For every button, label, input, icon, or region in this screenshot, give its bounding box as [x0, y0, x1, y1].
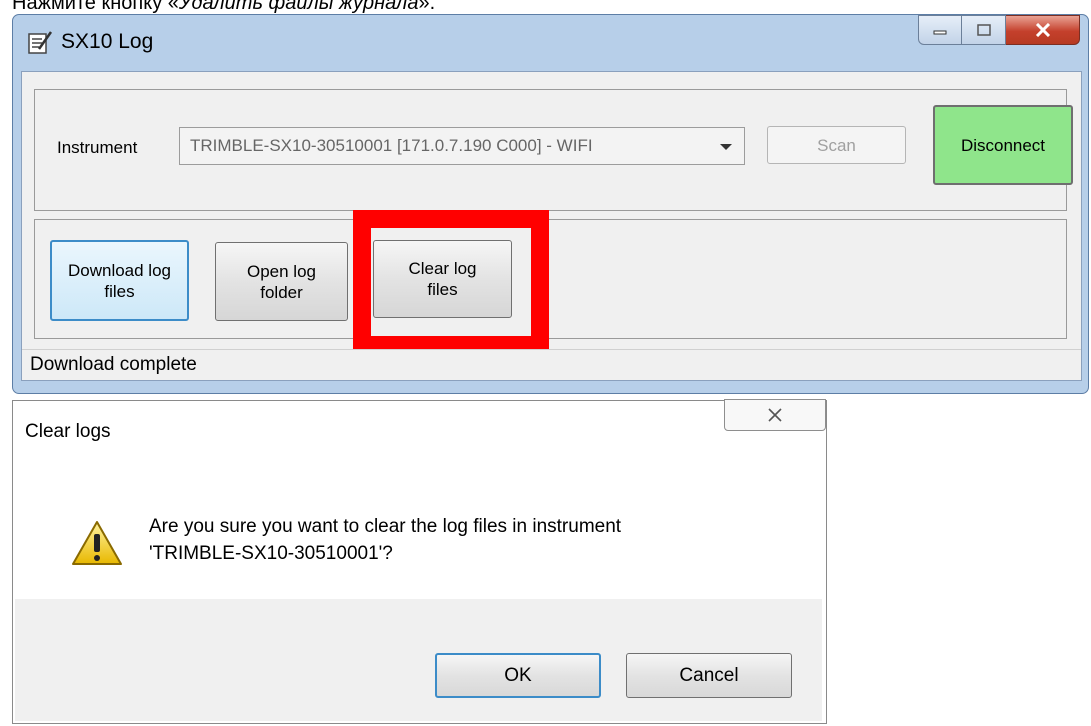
- dialog-close-button[interactable]: [724, 399, 826, 431]
- sx10-log-window: SX10 Log Instrument TRIMBLE-SX10-3051000…: [12, 14, 1089, 394]
- caption-emphasis: Удалить файлы журнала: [178, 0, 419, 14]
- minimize-icon: [933, 30, 947, 35]
- minimize-button[interactable]: [918, 15, 962, 45]
- window-titlebar: SX10 Log: [27, 29, 153, 55]
- instrument-select-value: TRIMBLE-SX10-30510001 [171.0.7.190 C000]…: [190, 136, 593, 155]
- cancel-button[interactable]: Cancel: [626, 653, 792, 698]
- close-button[interactable]: [1006, 15, 1080, 45]
- dialog-body: Are you sure you want to clear the log f…: [15, 461, 822, 599]
- dialog-message-line1: Are you sure you want to clear the log f…: [149, 516, 622, 537]
- instrument-group: Instrument TRIMBLE-SX10-30510001 [171.0.…: [34, 89, 1073, 211]
- instrument-select[interactable]: TRIMBLE-SX10-30510001 [171.0.7.190 C000]…: [179, 127, 745, 165]
- dialog-title: Clear logs: [25, 421, 111, 442]
- window-title: SX10 Log: [61, 30, 154, 53]
- maximize-button[interactable]: [962, 15, 1006, 45]
- dialog-message: Are you sure you want to clear the log f…: [149, 513, 621, 567]
- open-folder-label: Open log folder: [247, 261, 316, 302]
- log-actions-group: Download log files Open log folder Clear…: [34, 219, 1067, 339]
- instrument-label: Instrument: [57, 138, 138, 157]
- status-bar: Download complete: [22, 349, 1081, 380]
- clear-logs-dialog: Clear logs Are you sure you want to clea…: [12, 399, 827, 724]
- notepad-icon: [28, 31, 53, 54]
- chevron-down-icon[interactable]: [720, 144, 732, 150]
- dialog-footer: OK Cancel: [15, 599, 822, 721]
- download-log-files-button[interactable]: Download log files: [50, 240, 189, 321]
- window-client-area: Instrument TRIMBLE-SX10-30510001 [171.0.…: [21, 71, 1082, 381]
- scan-button[interactable]: Scan: [767, 126, 906, 164]
- dialog-message-line2: 'TRIMBLE-SX10-30510001'?: [149, 543, 393, 564]
- close-icon: [768, 408, 782, 422]
- download-label: Download log files: [67, 260, 171, 301]
- disconnect-button[interactable]: Disconnect: [933, 105, 1073, 185]
- caption-suffix: ».: [418, 0, 436, 14]
- open-log-folder-button[interactable]: Open log folder: [215, 242, 348, 321]
- red-highlight-frame: [353, 210, 549, 354]
- ok-button[interactable]: OK: [435, 653, 601, 698]
- caption-prefix: Нажмите кнопку «: [12, 0, 179, 14]
- close-icon: [1035, 23, 1050, 37]
- instruction-caption: Нажмите кнопку «Удалить файлы журнала».: [12, 0, 435, 15]
- window-controls: [918, 15, 1080, 45]
- warning-icon: [72, 521, 122, 565]
- maximize-icon: [976, 24, 991, 36]
